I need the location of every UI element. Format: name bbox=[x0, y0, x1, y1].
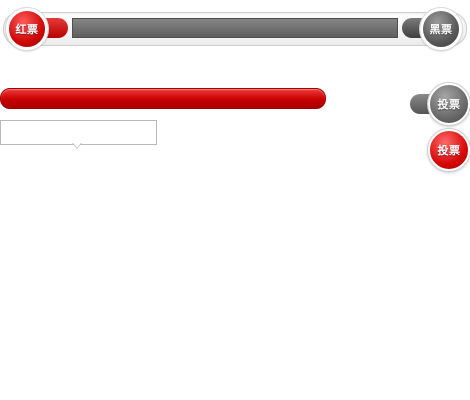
vote-widget-canvas: 红票 黑票 投票 投票 bbox=[0, 0, 470, 400]
vote-button-red[interactable]: 投票 bbox=[428, 129, 470, 171]
red-vote-label: 红票 bbox=[15, 23, 39, 36]
black-vote-label: 黑票 bbox=[429, 23, 453, 36]
tooltip-box bbox=[0, 120, 157, 145]
vote-button-red-label: 投票 bbox=[437, 144, 461, 157]
vote-button-gray-label: 投票 bbox=[437, 98, 461, 111]
red-progress-bar bbox=[0, 88, 326, 109]
red-vote-badge[interactable]: 红票 bbox=[6, 8, 48, 50]
tooltip-arrow bbox=[72, 143, 82, 153]
vote-button-gray[interactable]: 投票 bbox=[428, 83, 470, 125]
vote-ratio-track bbox=[72, 18, 398, 38]
black-vote-badge[interactable]: 黑票 bbox=[420, 8, 462, 50]
